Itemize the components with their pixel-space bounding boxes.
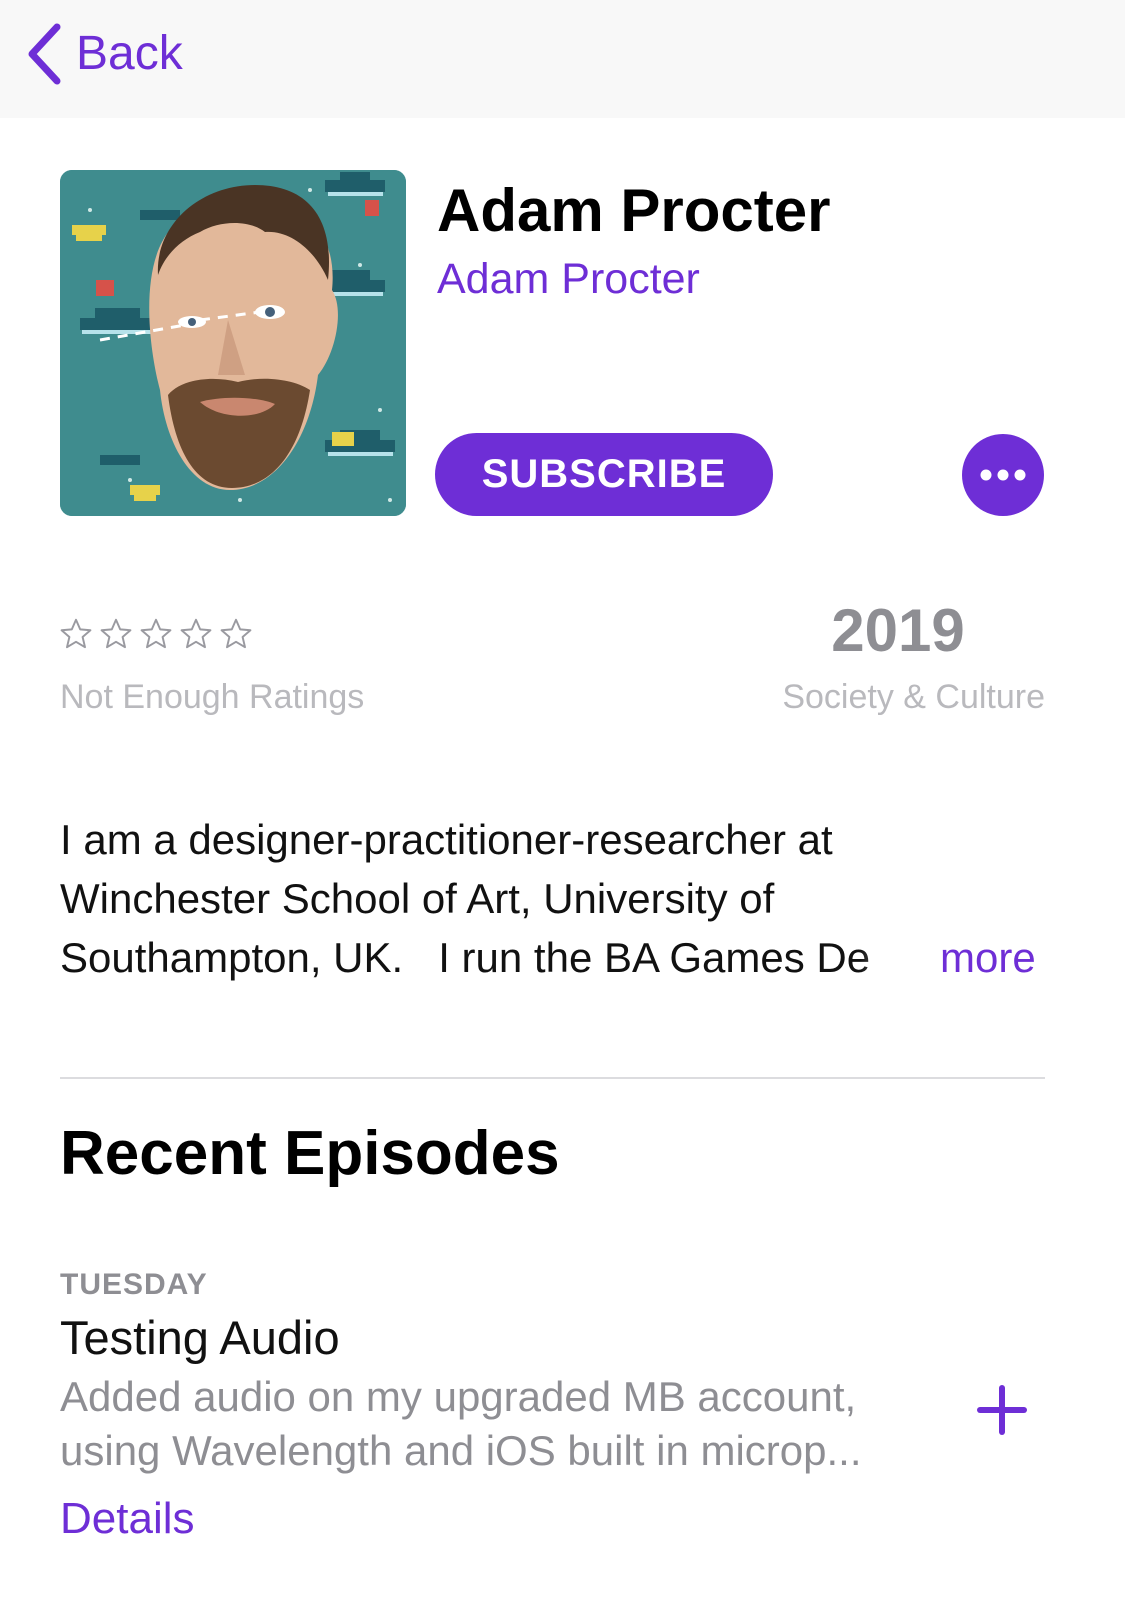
podcast-author-link[interactable]: Adam Procter xyxy=(437,255,700,303)
more-options-button[interactable] xyxy=(962,434,1044,516)
episode-description-line: Added audio on my upgraded MB account, xyxy=(60,1373,857,1420)
add-episode-button[interactable] xyxy=(976,1384,1028,1436)
ellipsis-icon xyxy=(979,468,1027,482)
star-icon xyxy=(100,618,132,649)
episode-description: Added audio on my upgraded MB account, u… xyxy=(60,1370,940,1478)
episode-day: TUESDAY xyxy=(60,1268,208,1301)
description-fade xyxy=(860,928,930,987)
back-button[interactable]: Back xyxy=(26,22,183,86)
subscribe-button[interactable]: SUBSCRIBE xyxy=(435,433,773,516)
podcast-description: I am a designer-practitioner-researcher … xyxy=(60,810,940,987)
star-icon xyxy=(220,618,252,649)
podcast-artwork xyxy=(60,170,406,516)
star-icon xyxy=(140,618,172,649)
description-more-link[interactable]: more xyxy=(940,928,1036,987)
star-icon xyxy=(60,618,92,649)
description-line: Winchester School of Art, University of xyxy=(60,875,775,922)
chevron-left-icon xyxy=(26,23,62,85)
description-line: I am a designer-practitioner-researcher … xyxy=(60,816,833,863)
plus-icon xyxy=(976,1385,1028,1440)
recent-episodes-heading: Recent Episodes xyxy=(60,1119,560,1188)
ratings-label: Not Enough Ratings xyxy=(60,678,365,716)
navigation-bar: Back xyxy=(0,0,1125,118)
star-icon xyxy=(180,618,212,649)
release-year: 2019 xyxy=(831,597,965,664)
divider xyxy=(60,1077,1045,1079)
episode-description-line: using Wavelength and iOS built in microp… xyxy=(60,1427,862,1474)
episode-details-link[interactable]: Details xyxy=(60,1494,195,1544)
episode-title[interactable]: Testing Audio xyxy=(60,1310,340,1365)
rating-stars xyxy=(58,616,254,652)
description-line: Southampton, UK. I run the BA Games De xyxy=(60,934,871,981)
category-label: Society & Culture xyxy=(782,678,1045,716)
podcast-title: Adam Procter xyxy=(437,177,831,244)
back-label: Back xyxy=(76,27,183,80)
